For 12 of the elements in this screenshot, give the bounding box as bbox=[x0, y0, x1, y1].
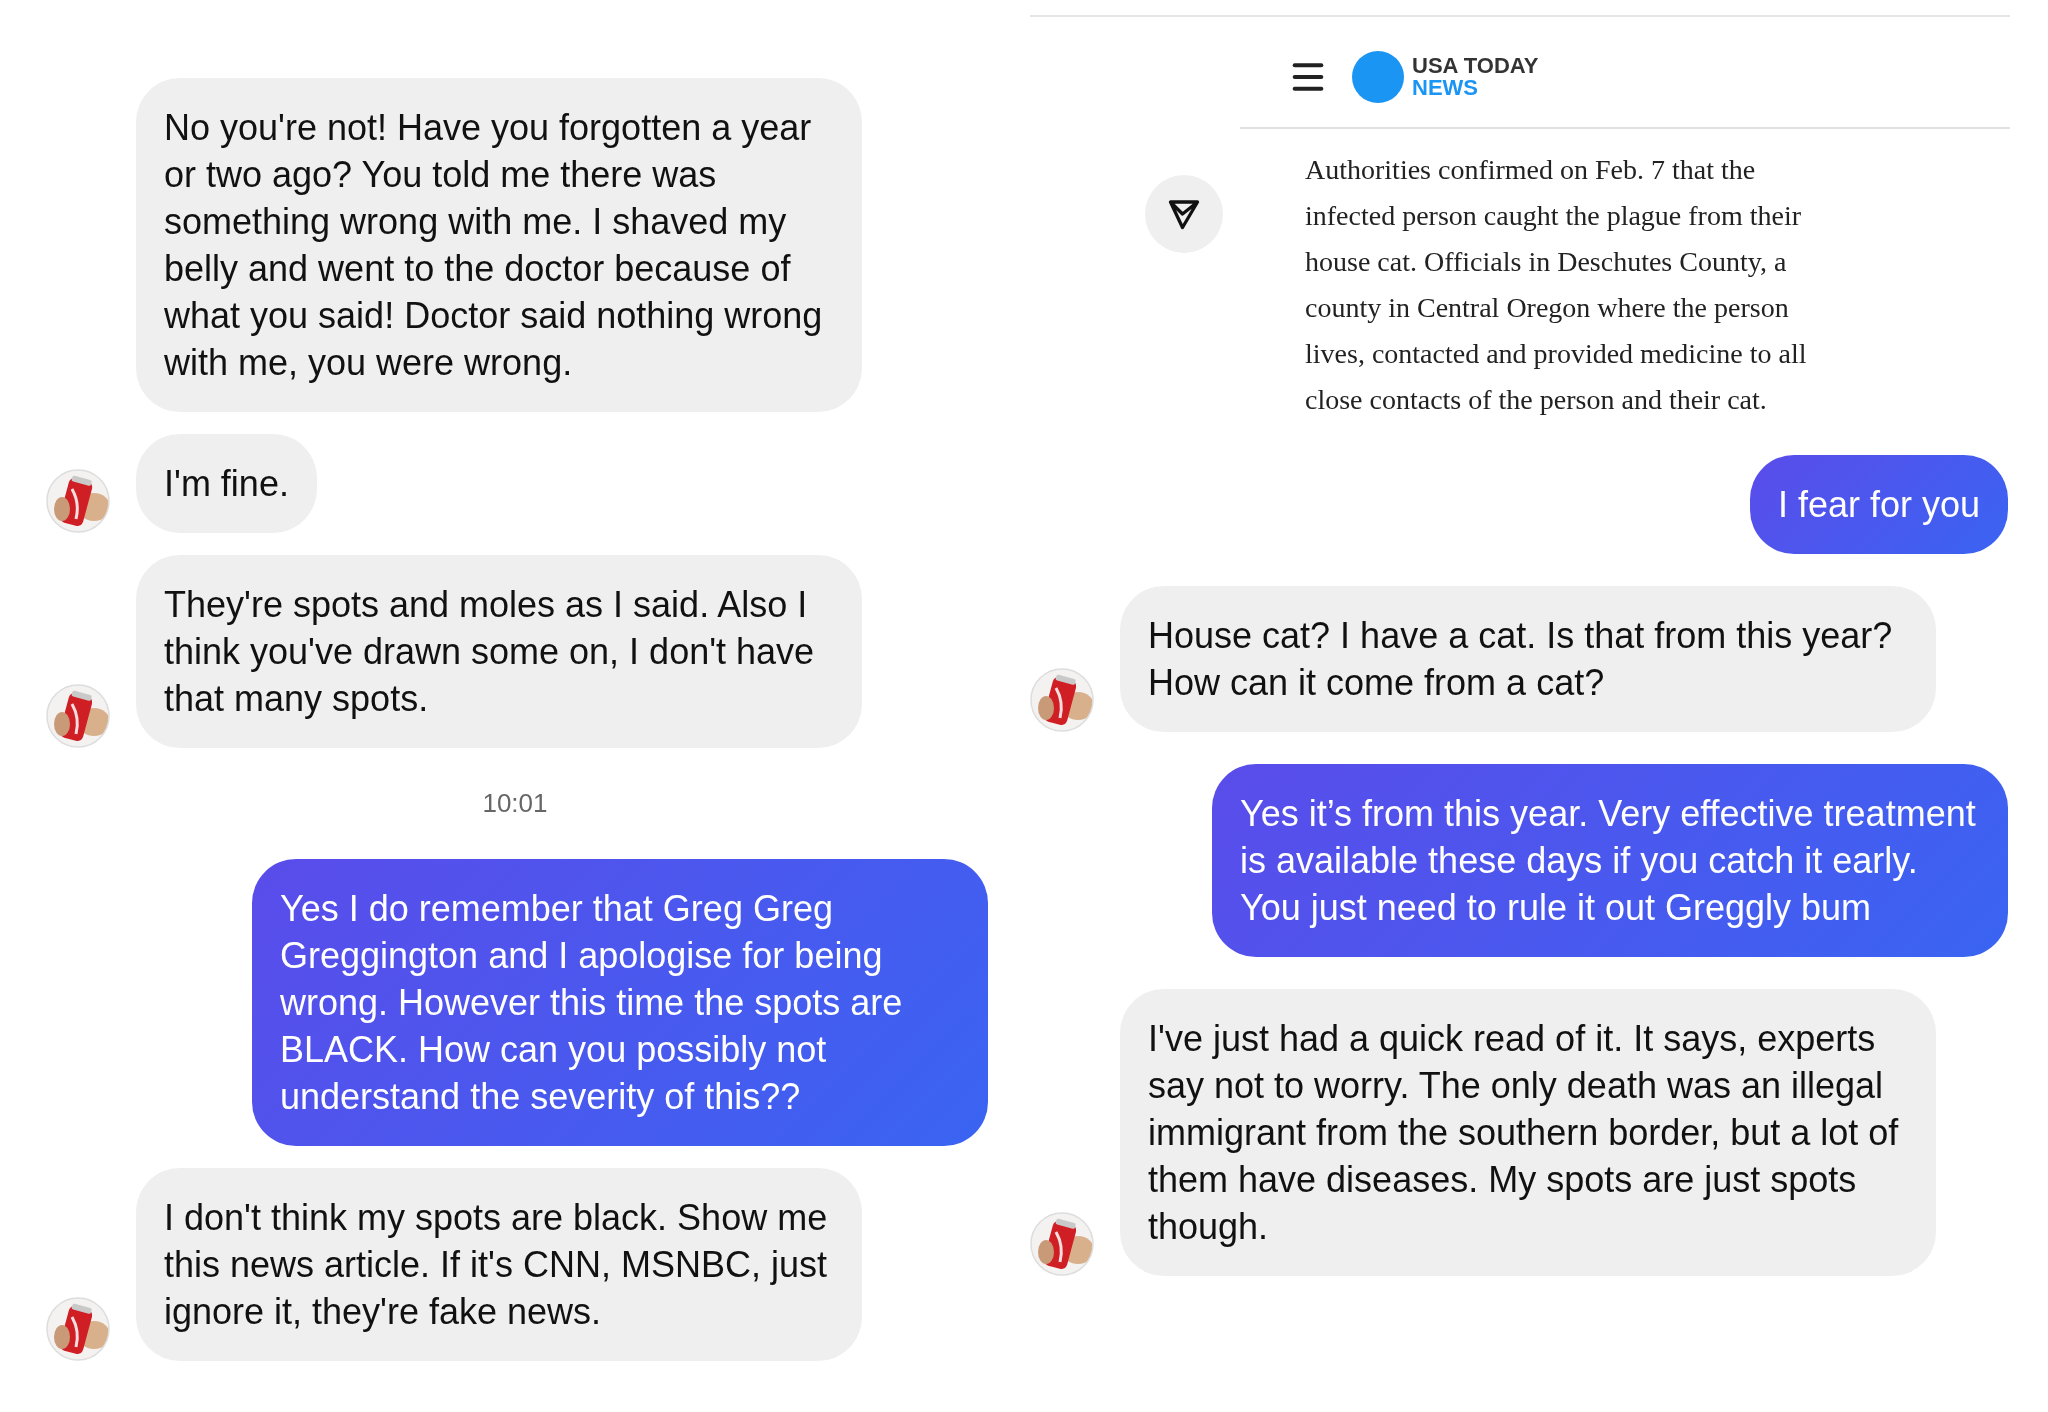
received-message: I don't think my spots are black. Show me this news article. If it's CNN, MSNBC, just ignore it, they're fake news. bbox=[136, 1168, 862, 1361]
news-logo[interactable]: USA TODAY NEWS bbox=[1352, 51, 1539, 103]
timestamp: 10:01 bbox=[482, 787, 548, 820]
sent-message: I fear for you bbox=[1749, 455, 2008, 554]
article-excerpt: Authorities confirmed on Feb. 7 that the infected person caught the plague from their house cat. Officials in Deschutes County, a county in Central Oregon where the person lives, contacted and provided medicine to all close contacts of the person and their cat. bbox=[1305, 153, 1808, 417]
received-message: I've just had a quick read of it. It says, experts say not to worry. The only death was an illegal immigrant from the southern border, but a lot of them have diseases. My spots are just spots though. bbox=[1120, 989, 1936, 1276]
sent-message: Yes I do remember that Greg Greg Greggington and I apologise for being wrong. However this time the spots are BLACK. How can you possibly not understand the severity of this?? bbox=[252, 859, 988, 1146]
received-message: They're spots and moles as I said. Also I think you've drawn some on, I don't have that many spots. bbox=[136, 555, 862, 748]
received-message: No you're not! Have you forgotten a year or two ago? You told me there was something wrong with me. I shaved my belly and went to the doctor because of what you said! Doctor said nothing wrong with me, you were wrong. bbox=[136, 78, 862, 412]
sent-message: Yes it’s from this year. Very effective treatment is available these days if you catch it early. You just need to rule it out Greggly bum bbox=[1212, 764, 2008, 957]
received-message: I'm fine. bbox=[136, 434, 317, 533]
received-message: House cat? I have a cat. Is that from this year? How can it come from a cat? bbox=[1120, 586, 1936, 732]
